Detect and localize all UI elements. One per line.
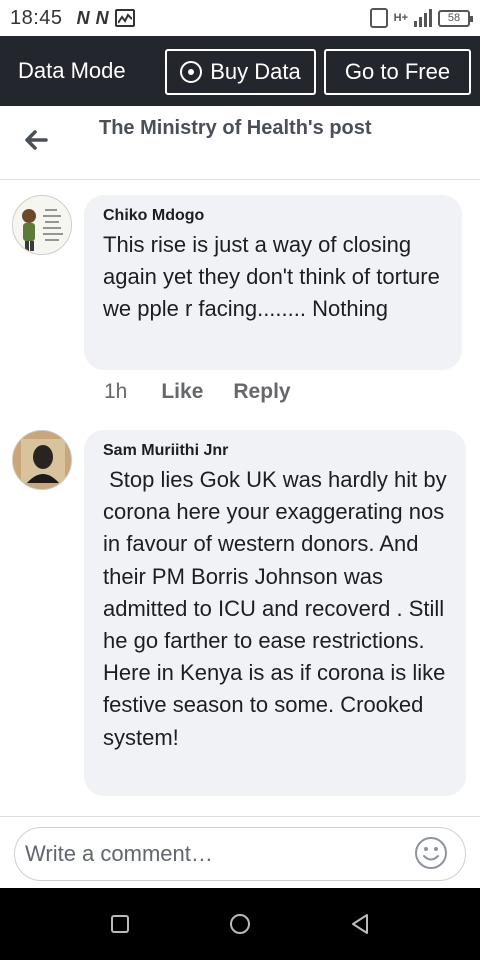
status-right-icons: H+ 58	[369, 8, 473, 28]
comment-bubble[interactable]: Sam Muriithi Jnr Stop lies Gok UK was ha…	[84, 430, 466, 796]
n-icon: N	[95, 7, 109, 28]
page-title: The Ministry of Health's post	[99, 117, 372, 139]
vibrate-icon	[369, 8, 388, 28]
n-icon: N	[76, 7, 90, 28]
go-to-free-button[interactable]: Go to Free	[324, 49, 471, 95]
like-button[interactable]: Like	[161, 380, 203, 404]
comment-time: 1h	[104, 380, 128, 403]
battery-level: 58	[447, 12, 461, 24]
back-triangle-icon[interactable]	[342, 906, 378, 942]
emoji-icon[interactable]	[414, 836, 448, 870]
comment-actions: 1h Like Reply	[104, 380, 321, 404]
network-type-label: H+	[393, 12, 408, 24]
activity-icon	[114, 9, 135, 27]
status-time: 18:45	[10, 6, 63, 29]
status-bar: 18:45 N N H+ 58	[0, 0, 480, 36]
comment-author[interactable]: Sam Muriithi Jnr	[103, 442, 448, 460]
battery-icon: 58	[438, 9, 473, 27]
buy-data-button[interactable]: Buy Data	[165, 49, 316, 95]
go-to-free-label: Go to Free	[344, 59, 451, 84]
comment-input[interactable]	[14, 827, 466, 881]
back-arrow-icon[interactable]	[20, 126, 52, 158]
post-header: The Ministry of Health's post	[0, 106, 480, 180]
avatar[interactable]	[12, 430, 72, 490]
reply-button[interactable]: Reply	[233, 380, 290, 404]
signal-icon	[414, 9, 432, 27]
comment-bubble[interactable]: Chiko Mdogo This rise is just a way of c…	[84, 195, 462, 370]
notification-icons: N N	[77, 8, 135, 29]
broadcast-icon	[180, 61, 203, 83]
home-icon[interactable]	[222, 906, 258, 942]
recent-apps-icon[interactable]	[102, 906, 138, 942]
comment-text: This rise is just a way of closing again…	[103, 232, 446, 322]
data-mode-bar: Data Mode Buy Data Go to Free	[0, 36, 480, 106]
comment-text: Stop lies Gok UK was hardly hit by coron…	[103, 467, 453, 750]
comment-composer	[0, 816, 480, 888]
comment-author[interactable]: Chiko Mdogo	[103, 207, 444, 225]
data-mode-title: Data Mode	[18, 58, 126, 83]
avatar[interactable]	[12, 195, 72, 255]
system-nav-bar	[0, 888, 480, 960]
buy-data-label: Buy Data	[210, 59, 301, 84]
